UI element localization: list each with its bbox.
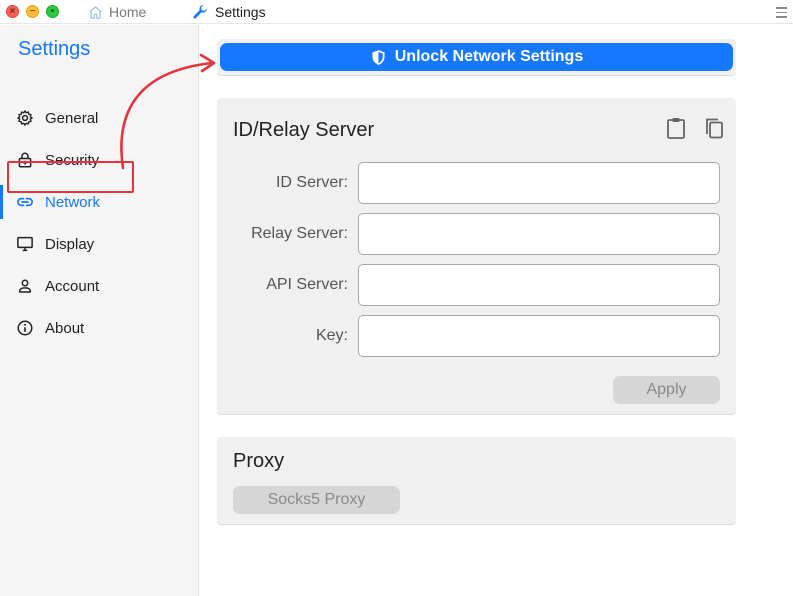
- person-icon: [19, 279, 31, 293]
- api-server-input[interactable]: [358, 264, 720, 306]
- tab-settings[interactable]: Settings: [192, 0, 266, 24]
- api-server-label: API Server:: [266, 276, 348, 293]
- sidebar-item-general[interactable]: General: [0, 101, 199, 135]
- unlock-network-settings-button[interactable]: Unlock Network Settings: [220, 43, 733, 71]
- tab-settings-label: Settings: [215, 4, 266, 20]
- relay-server-input[interactable]: [358, 213, 720, 255]
- minimize-icon: −: [29, 6, 36, 17]
- sidebar: Settings General Security Network Displa…: [0, 25, 199, 596]
- window-maximize-button[interactable]: •: [46, 5, 59, 18]
- window-titlebar: × − • Home Settings: [0, 0, 793, 24]
- sidebar-item-account[interactable]: Account: [0, 269, 199, 303]
- socks5-proxy-button[interactable]: Socks5 Proxy: [233, 486, 400, 514]
- apply-button[interactable]: Apply: [613, 376, 720, 404]
- tab-home-label: Home: [109, 4, 147, 20]
- sidebar-item-about[interactable]: About: [0, 311, 199, 345]
- relay-server-label: Relay Server:: [251, 225, 348, 242]
- monitor-icon: [17, 236, 33, 252]
- main-panel: Unlock Network Settings ID/Relay Server …: [200, 25, 793, 596]
- key-label: Key:: [315, 327, 348, 344]
- sidebar-title: Settings: [18, 38, 91, 60]
- sidebar-item-label: About: [45, 319, 85, 337]
- close-icon: ×: [9, 6, 16, 17]
- tab-home[interactable]: Home: [88, 0, 146, 24]
- proxy-card: Proxy Socks5 Proxy: [217, 437, 736, 525]
- home-icon: [89, 5, 102, 19]
- key-input[interactable]: [358, 315, 720, 357]
- key-row: Key:: [217, 315, 736, 357]
- sidebar-item-label: Network: [45, 193, 101, 211]
- window-close-button[interactable]: ×: [6, 5, 19, 18]
- copy-icon: [706, 118, 723, 139]
- wrench-icon: [193, 4, 207, 19]
- sidebar-item-label: Display: [45, 235, 95, 253]
- card-actions: [650, 116, 726, 140]
- annotation-highlight-box: [7, 161, 134, 193]
- info-icon: [17, 320, 33, 336]
- id-server-input[interactable]: [358, 162, 720, 204]
- id-server-row: ID Server:: [217, 162, 736, 204]
- shield-icon: [372, 49, 385, 65]
- card-title: Proxy: [233, 450, 285, 472]
- gear-icon: [17, 110, 33, 126]
- relay-server-row: Relay Server:: [217, 213, 736, 255]
- sidebar-item-label: Account: [45, 277, 100, 295]
- unlock-section: Unlock Network Settings: [217, 39, 736, 76]
- id-relay-server-card: ID/Relay Server ID Server: Relay Server:…: [217, 98, 736, 415]
- card-title: ID/Relay Server: [233, 119, 375, 141]
- maximize-icon: •: [50, 6, 55, 17]
- window-minimize-button[interactable]: −: [26, 5, 39, 18]
- sidebar-item-display[interactable]: Display: [0, 227, 199, 261]
- unlock-button-label: Unlock Network Settings: [394, 48, 584, 65]
- hamburger-menu-icon[interactable]: [776, 4, 787, 18]
- clipboard-icon: [667, 118, 685, 139]
- copy-button[interactable]: [702, 116, 726, 140]
- paste-button[interactable]: [664, 116, 688, 140]
- api-server-row: API Server:: [217, 264, 736, 306]
- id-server-label: ID Server:: [275, 174, 348, 191]
- sidebar-item-label: General: [45, 109, 99, 127]
- link-icon: [17, 197, 33, 207]
